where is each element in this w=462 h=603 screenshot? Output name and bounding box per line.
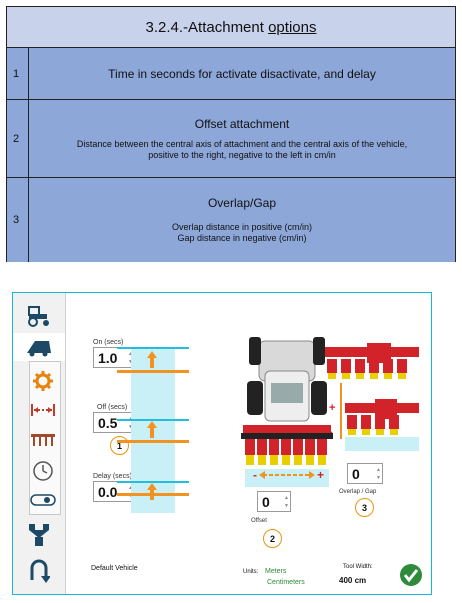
delay-secs-value: 0.0 — [98, 483, 118, 500]
doc-table: 3.2.4.-Attachment options 1 Time in seco… — [6, 6, 456, 262]
tool-width-label: Tool Width: — [343, 564, 373, 570]
seeder-icon[interactable] — [13, 333, 65, 361]
table-row: 1 Time in seconds for activate disactiva… — [7, 47, 455, 100]
row-number: 2 — [7, 100, 29, 178]
svg-text:+: + — [329, 402, 335, 414]
unit-meters[interactable]: Meters — [265, 568, 286, 575]
row-title: Overlap/Gap — [207, 196, 277, 210]
row-desc: Gap distance in negative (cm/in) — [177, 233, 307, 243]
on-timing-graphic — [117, 347, 189, 407]
vehicle-name: Default Vehicle — [91, 565, 138, 572]
sidebar — [13, 293, 66, 594]
table-row: 2 Offset attachment Distance between the… — [7, 99, 455, 178]
row-number: 1 — [7, 48, 29, 100]
overlap-graphic: + - — [325, 343, 419, 451]
row-title: Offset attachment — [194, 117, 290, 131]
unit-centimeters[interactable]: Centimeters — [267, 579, 305, 586]
row-desc: Distance between the central axis of att… — [76, 139, 408, 149]
spinner-icon[interactable]: ▲▼ — [284, 494, 289, 510]
boom-icon[interactable] — [23, 429, 63, 451]
overlap-gap-label: Overlap / Gap — [339, 489, 377, 495]
width-arrows-icon[interactable] — [23, 399, 63, 421]
confirm-check-icon[interactable] — [399, 563, 423, 592]
section-title-text: 3.2.4.-Attachment — [145, 18, 264, 36]
offset-value: 0 — [262, 493, 270, 510]
tramline-icon[interactable] — [13, 519, 65, 551]
units-label: Units: — [243, 569, 259, 575]
on-secs-value: 1.0 — [98, 349, 118, 366]
u-turn-icon[interactable] — [13, 555, 65, 587]
off-timing-graphic — [117, 407, 189, 479]
row-title: Time in seconds for activate disactivate… — [108, 67, 376, 81]
clock-icon[interactable] — [23, 459, 63, 483]
section-title: 3.2.4.-Attachment options — [7, 7, 455, 47]
callout-badge-2: 2 — [263, 529, 282, 548]
overlap-gap-field[interactable]: 0 ▲ ▼ — [347, 463, 383, 484]
overlap-gap-value: 0 — [352, 465, 360, 482]
row-number: 3 — [7, 178, 29, 262]
callout-badge-3: 3 — [355, 498, 374, 517]
toggle-icon[interactable] — [23, 491, 63, 509]
table-row: 3 Overlap/Gap Overlap distance in positi… — [7, 177, 455, 262]
row-desc: positive to the right, negative to the l… — [148, 150, 336, 160]
gear-icon[interactable] — [23, 369, 63, 393]
svg-text:-: - — [253, 468, 257, 482]
tractor-icon[interactable] — [13, 301, 65, 331]
section-title-underlined: options — [268, 18, 317, 36]
offset-label: Offset — [251, 518, 267, 524]
off-secs-value: 0.5 — [98, 414, 118, 431]
on-label: On (secs) — [93, 339, 124, 346]
offset-field[interactable]: 0 ▲ ▼ — [257, 491, 291, 512]
spinner-icon[interactable]: ▲▼ — [376, 466, 381, 482]
delay-timing-graphic — [117, 479, 189, 513]
svg-text:-: - — [329, 426, 333, 438]
tool-width-value: 400 cm — [339, 576, 367, 585]
attachment-options-screen: On (secs) 1.0 ▲▼ Off (secs) 0.5 ▲▼ 1 Del… — [12, 292, 432, 595]
svg-text:+: + — [317, 468, 324, 482]
row-desc: Overlap distance in positive (cm/in) — [171, 222, 313, 232]
